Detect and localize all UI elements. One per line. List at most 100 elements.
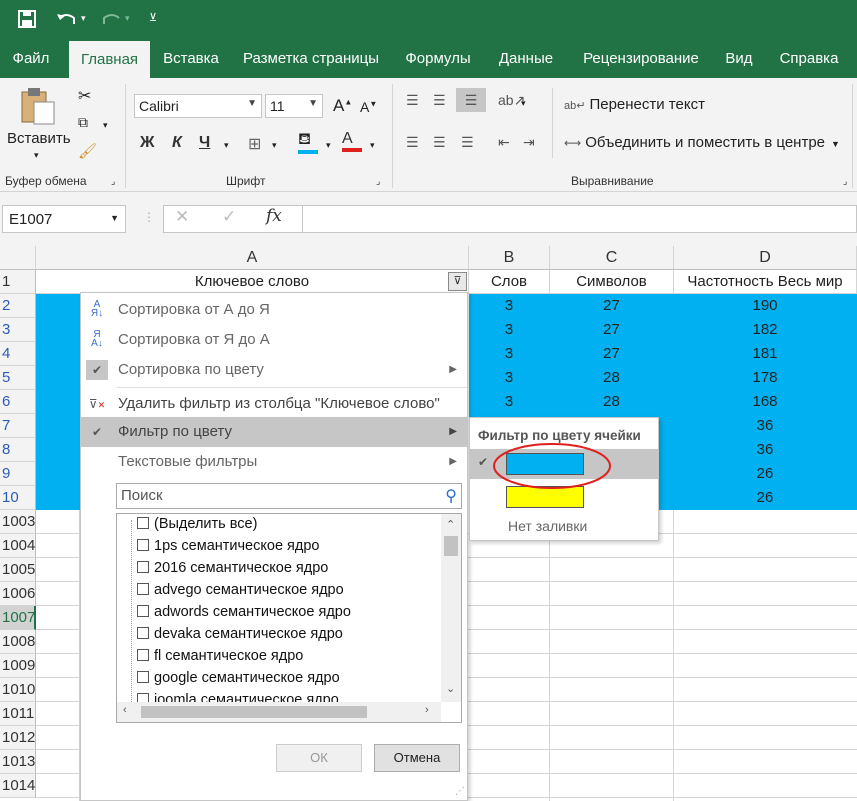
cell-d1[interactable]: Частотность Весь мир [674, 270, 857, 294]
cell[interactable]: 27 [550, 318, 674, 342]
cell-b1[interactable]: Слов [469, 270, 550, 294]
cancel-button[interactable]: Отмена [374, 744, 460, 772]
column-header-a[interactable]: A [36, 246, 469, 270]
row-header[interactable]: 1 [0, 270, 36, 294]
align-top-icon[interactable]: ☰ [406, 92, 419, 109]
text-filters-item[interactable]: Текстовые фильтры ▶ [81, 447, 467, 477]
decrease-font-button[interactable]: A▼ [360, 99, 377, 115]
font-name-combo[interactable]: Calibri ▼ [134, 94, 262, 118]
row-header[interactable]: 1008 [0, 630, 36, 654]
row-header[interactable]: 1003 [0, 510, 36, 534]
no-fill-option[interactable]: Нет заливки [508, 518, 587, 534]
cell[interactable]: 3 [469, 390, 550, 414]
underline-button[interactable]: Ч [199, 134, 210, 152]
tab-help[interactable]: Справка [766, 38, 852, 78]
checkbox[interactable] [137, 693, 149, 702]
clipboard-launcher-icon[interactable]: ⌟ [111, 176, 115, 187]
row-header[interactable]: 1014 [0, 774, 36, 798]
cell[interactable]: 28 [550, 366, 674, 390]
list-item[interactable]: advego семантическое ядро [137, 582, 344, 604]
clear-filter-item[interactable]: ⊽✕ Удалить фильтр из столбца "Ключевое сл… [81, 389, 467, 419]
select-all-corner[interactable] [0, 246, 36, 270]
row-header[interactable]: 1006 [0, 582, 36, 606]
scroll-down-icon[interactable]: ⌄ [446, 682, 455, 695]
cell[interactable]: 3 [469, 294, 550, 318]
cell-a-highlight[interactable] [36, 294, 80, 510]
paste-dropdown-icon[interactable]: ▾ [34, 150, 39, 161]
row-header[interactable]: 1009 [0, 654, 36, 678]
row-header[interactable]: 1010 [0, 678, 36, 702]
list-item[interactable]: adwords семантическое ядро [137, 604, 351, 626]
row-header-selected[interactable]: 1007 [0, 606, 36, 630]
column-header-c[interactable]: C [550, 246, 674, 270]
filter-search-input[interactable]: Поиск ⚲ [116, 483, 462, 509]
vertical-scroll-thumb[interactable] [444, 536, 458, 556]
list-item[interactable]: 1ps семантическое ядро [137, 538, 319, 560]
font-launcher-icon[interactable]: ⌟ [376, 176, 380, 187]
checkbox[interactable] [137, 649, 149, 661]
resize-grip-icon[interactable]: ⋰ [455, 786, 465, 797]
horizontal-scroll-thumb[interactable] [141, 706, 367, 718]
checkbox[interactable] [137, 517, 149, 529]
row-header[interactable]: 4 [0, 342, 36, 366]
bold-button[interactable]: Ж [140, 134, 154, 152]
cell[interactable]: 181 [674, 342, 857, 366]
align-middle-icon[interactable]: ☰ [433, 92, 446, 109]
ok-button[interactable]: ОК [276, 744, 362, 772]
cell-a1[interactable]: Ключевое слово [36, 270, 469, 294]
fill-color-icon[interactable]: ⛾ [298, 130, 318, 154]
sort-a-z-item[interactable]: А Я↓ Сортировка от А до Я [81, 295, 467, 325]
row-header[interactable]: 1011 [0, 702, 36, 726]
align-bottom-icon[interactable]: ☰ [456, 88, 486, 112]
scroll-right-icon[interactable]: › [425, 704, 429, 716]
decrease-indent-icon[interactable]: ⇤ [498, 134, 510, 151]
font-color-icon[interactable]: A [342, 130, 362, 152]
cell[interactable]: 36 [674, 438, 857, 462]
cell[interactable]: 182 [674, 318, 857, 342]
checkbox[interactable] [137, 583, 149, 595]
tab-home[interactable]: Главная [69, 41, 150, 78]
sort-by-color-item[interactable]: ✔ Сортировка по цвету ▶ [81, 355, 467, 385]
checkbox[interactable] [137, 561, 149, 573]
fill-color-dropdown-icon[interactable]: ▾ [326, 140, 331, 151]
list-item[interactable]: joomla семантическое ядро [137, 692, 339, 702]
paste-button[interactable]: Вставить [7, 130, 71, 147]
save-icon[interactable] [18, 10, 36, 28]
borders-icon[interactable]: ⊞ [248, 134, 261, 154]
align-center-icon[interactable]: ☰ [433, 134, 446, 151]
font-size-combo[interactable]: 11 ▼ [265, 94, 323, 118]
cell[interactable]: 27 [550, 342, 674, 366]
cut-icon[interactable]: ✂ [78, 86, 91, 106]
row-header[interactable]: 1013 [0, 750, 36, 774]
cell-c1[interactable]: Символов [550, 270, 674, 294]
tab-view[interactable]: Вид [716, 38, 762, 78]
checkbox[interactable] [137, 627, 149, 639]
list-item[interactable]: fl семантическое ядро [137, 648, 303, 670]
increase-indent-icon[interactable]: ⇥ [523, 134, 535, 151]
row-header[interactable]: 1004 [0, 534, 36, 558]
row-header[interactable]: 8 [0, 438, 36, 462]
row-header[interactable]: 5 [0, 366, 36, 390]
name-box[interactable]: E1007 ▼ [2, 205, 126, 233]
undo-dropdown-icon[interactable]: ▾ [81, 13, 86, 24]
tab-data[interactable]: Данные [486, 38, 566, 78]
row-header[interactable]: 1012 [0, 726, 36, 750]
wrap-text-button[interactable]: ab↵ Перенести текст [564, 96, 705, 113]
font-color-dropdown-icon[interactable]: ▾ [370, 140, 375, 151]
borders-dropdown-icon[interactable]: ▾ [272, 140, 277, 151]
cell[interactable]: 168 [674, 390, 857, 414]
paste-icon[interactable] [20, 86, 56, 126]
cell[interactable]: 190 [674, 294, 857, 318]
checkbox[interactable] [137, 539, 149, 551]
copy-icon[interactable]: ⧉ [78, 114, 88, 131]
row-header[interactable]: 6 [0, 390, 36, 414]
merge-center-button[interactable]: ⟷ Объединить и поместить в центре ▼ [564, 134, 840, 151]
customize-qat-icon[interactable]: ⊻ [149, 11, 157, 24]
underline-dropdown-icon[interactable]: ▾ [224, 140, 229, 151]
cell[interactable]: 26 [674, 462, 857, 486]
cell[interactable]: 28 [550, 390, 674, 414]
italic-button[interactable]: К [172, 134, 182, 152]
tab-review[interactable]: Рецензирование [570, 38, 712, 78]
list-item[interactable]: google семантическое ядро [137, 670, 340, 692]
row-header[interactable]: 3 [0, 318, 36, 342]
